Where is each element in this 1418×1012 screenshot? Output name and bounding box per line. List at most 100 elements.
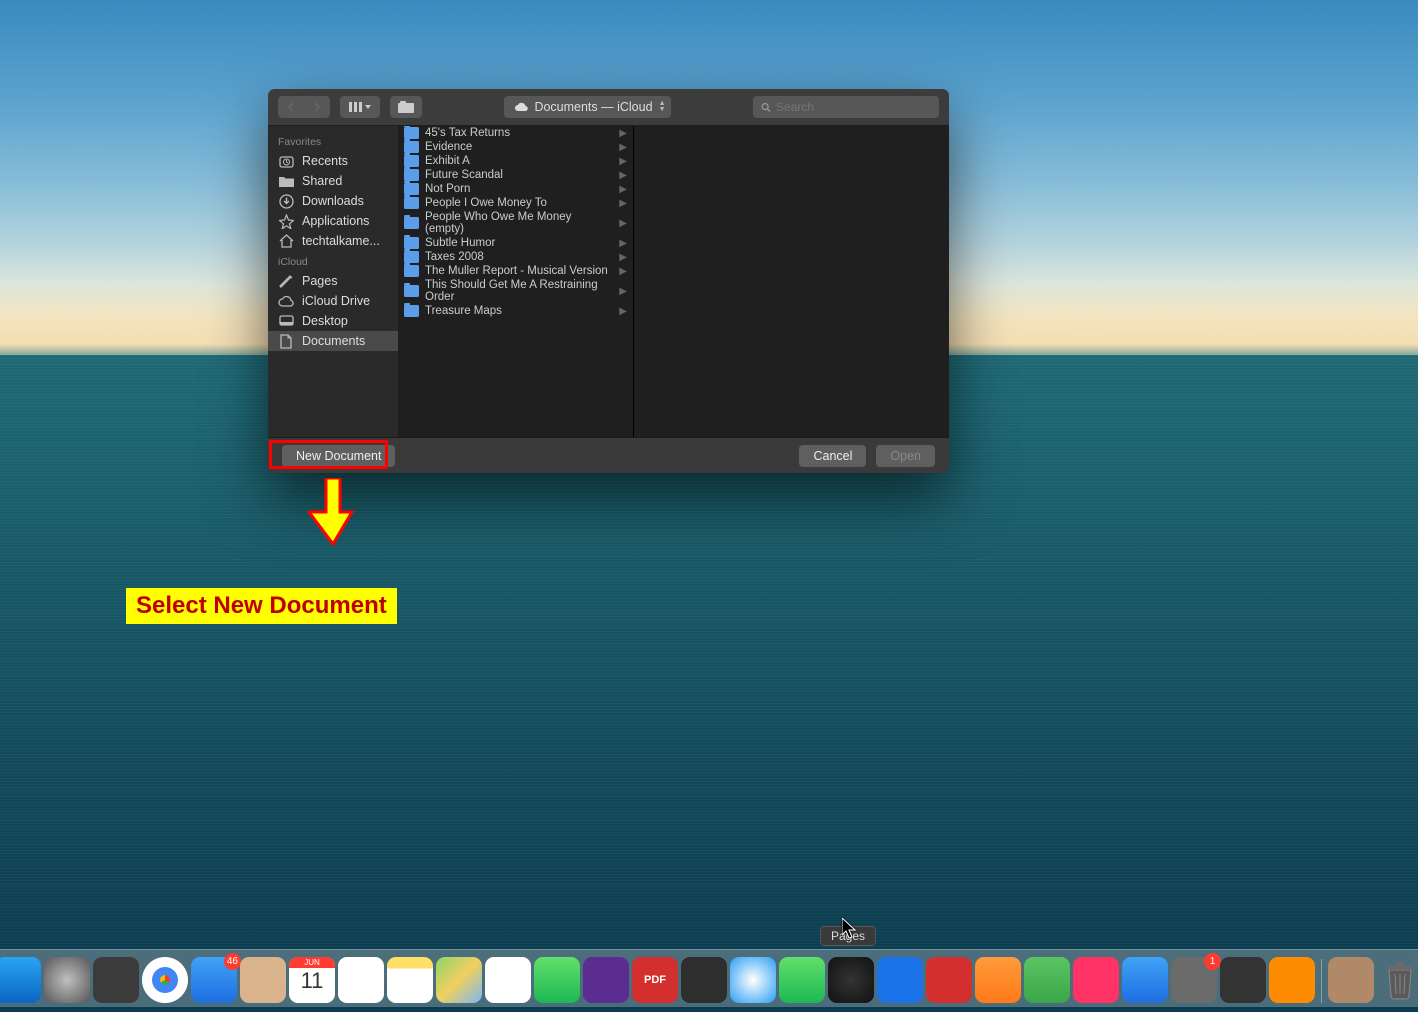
sidebar-item-pages[interactable]: Pages bbox=[268, 271, 398, 291]
file-row[interactable]: Future Scandal▶ bbox=[398, 168, 633, 182]
dock-notes[interactable] bbox=[387, 957, 433, 1003]
forward-button[interactable] bbox=[304, 96, 330, 118]
file-column: 45's Tax Returns▶Evidence▶Exhibit A▶Futu… bbox=[398, 126, 634, 437]
cancel-button[interactable]: Cancel bbox=[799, 445, 866, 467]
location-label: Documents — iCloud bbox=[534, 100, 652, 114]
chevron-right-icon: ▶ bbox=[619, 170, 627, 181]
dock-dashboard[interactable] bbox=[828, 957, 874, 1003]
dock-clips[interactable] bbox=[681, 957, 727, 1003]
open-button[interactable]: Open bbox=[876, 445, 935, 467]
group-button[interactable] bbox=[390, 96, 422, 118]
file-row[interactable]: Taxes 2008 ▶ bbox=[398, 250, 633, 264]
sidebar-item-icloud-drive[interactable]: iCloud Drive bbox=[268, 291, 398, 311]
location-dropdown[interactable]: Documents — iCloud ▲▼ bbox=[504, 96, 670, 118]
file-row[interactable]: This Should Get Me A Restraining Order▶ bbox=[398, 278, 633, 304]
dock-facetime[interactable] bbox=[534, 957, 580, 1003]
dock-finder[interactable] bbox=[0, 957, 41, 1003]
folder-icon bbox=[404, 251, 419, 263]
dock-malwarebytes[interactable] bbox=[877, 957, 923, 1003]
dock-safari[interactable] bbox=[730, 957, 776, 1003]
dock-settings[interactable]: 1 bbox=[1171, 957, 1217, 1003]
file-name: The Muller Report - Musical Version bbox=[425, 265, 608, 277]
file-row[interactable]: People I Owe Money To▶ bbox=[398, 196, 633, 210]
file-name: Not Porn bbox=[425, 183, 470, 195]
file-row[interactable]: People Who Owe Me Money (empty) ▶ bbox=[398, 210, 633, 236]
dock-news[interactable] bbox=[1073, 957, 1119, 1003]
cloud-icon bbox=[514, 102, 528, 112]
home-icon bbox=[278, 234, 294, 248]
sidebar-item-label: iCloud Drive bbox=[302, 294, 370, 308]
nav-buttons bbox=[278, 96, 330, 118]
file-name: Evidence bbox=[425, 141, 472, 153]
chevron-right-icon: ▶ bbox=[619, 266, 627, 277]
desktop-icon bbox=[278, 314, 294, 328]
back-button[interactable] bbox=[278, 96, 304, 118]
chevron-right-icon: ▶ bbox=[619, 306, 627, 317]
new-document-button[interactable]: New Document bbox=[282, 445, 395, 467]
folder-icon bbox=[278, 174, 294, 188]
chevron-right-icon: ▶ bbox=[619, 156, 627, 167]
dock-maps[interactable] bbox=[436, 957, 482, 1003]
chevron-right-icon: ▶ bbox=[619, 218, 627, 229]
dock-photos[interactable] bbox=[485, 957, 531, 1003]
file-name: People Who Owe Me Money (empty) bbox=[425, 211, 613, 235]
preview-column bbox=[634, 126, 949, 437]
dock-reminders[interactable] bbox=[338, 957, 384, 1003]
file-row[interactable]: Not Porn▶ bbox=[398, 182, 633, 196]
file-name: Treasure Maps bbox=[425, 305, 502, 317]
chevron-right-icon: ▶ bbox=[619, 238, 627, 249]
dock-contacts[interactable] bbox=[240, 957, 286, 1003]
dock-mail[interactable]: 46 bbox=[191, 957, 237, 1003]
folder-icon bbox=[404, 305, 419, 317]
sidebar-item-label: techtalkame... bbox=[302, 234, 380, 248]
cursor bbox=[842, 918, 858, 940]
folder-icon bbox=[404, 169, 419, 181]
cloud-icon bbox=[278, 294, 294, 308]
sidebar-item-desktop[interactable]: Desktop bbox=[268, 311, 398, 331]
sidebar-item-label: Documents bbox=[302, 334, 365, 348]
file-name: Taxes 2008 bbox=[425, 251, 484, 263]
sidebar-item-downloads[interactable]: Downloads bbox=[268, 191, 398, 211]
search-icon bbox=[761, 102, 771, 113]
applications-icon bbox=[278, 214, 294, 228]
sidebar-item-shared[interactable]: Shared bbox=[268, 171, 398, 191]
dock-launchpad[interactable] bbox=[44, 957, 90, 1003]
sidebar-item-recents[interactable]: Recents bbox=[268, 151, 398, 171]
dock-imovie[interactable] bbox=[583, 957, 629, 1003]
dock-quicktime[interactable] bbox=[1220, 957, 1266, 1003]
search-input[interactable] bbox=[776, 100, 931, 114]
dock-numbers[interactable] bbox=[1024, 957, 1070, 1003]
file-row[interactable]: Exhibit A▶ bbox=[398, 154, 633, 168]
file-row[interactable]: Treasure Maps ▶ bbox=[398, 304, 633, 318]
dock-pdf[interactable]: PDF bbox=[632, 957, 678, 1003]
sidebar-item-documents[interactable]: Documents bbox=[268, 331, 398, 351]
dock-appstore[interactable] bbox=[1122, 957, 1168, 1003]
folder-icon bbox=[404, 285, 419, 297]
chevron-right-icon: ▶ bbox=[619, 142, 627, 153]
chevron-right-icon: ▶ bbox=[619, 252, 627, 263]
pages-icon bbox=[278, 274, 294, 288]
file-open-dialog: Documents — iCloud ▲▼ FavoritesRecentsSh… bbox=[268, 89, 949, 473]
file-row[interactable]: The Muller Report - Musical Version ▶ bbox=[398, 264, 633, 278]
dock-trash[interactable] bbox=[1377, 957, 1418, 1003]
file-row[interactable]: Subtle Humor▶ bbox=[398, 236, 633, 250]
file-row[interactable]: Evidence ▶ bbox=[398, 140, 633, 154]
sidebar-item-label: Applications bbox=[302, 214, 369, 228]
view-mode-button[interactable] bbox=[340, 96, 380, 118]
dock-mission-control[interactable] bbox=[93, 957, 139, 1003]
sidebar-item-applications[interactable]: Applications bbox=[268, 211, 398, 231]
folder-icon bbox=[404, 127, 419, 139]
dock-calendar[interactable]: JUN11 bbox=[289, 957, 335, 1003]
dock-downloads-stack[interactable] bbox=[1328, 957, 1374, 1003]
sidebar-item-techtalkame-[interactable]: techtalkame... bbox=[268, 231, 398, 251]
file-row[interactable]: 45's Tax Returns▶ bbox=[398, 126, 633, 140]
dialog-toolbar: Documents — iCloud ▲▼ bbox=[268, 89, 949, 126]
dock-pages[interactable] bbox=[975, 957, 1021, 1003]
annotation-text: Select New Document bbox=[126, 588, 397, 624]
dock-1password[interactable] bbox=[926, 957, 972, 1003]
dock-messages[interactable] bbox=[779, 957, 825, 1003]
search-field[interactable] bbox=[753, 96, 939, 118]
dock-chrome[interactable] bbox=[142, 957, 188, 1003]
dock-vlc[interactable] bbox=[1269, 957, 1315, 1003]
folder-icon bbox=[404, 197, 419, 209]
